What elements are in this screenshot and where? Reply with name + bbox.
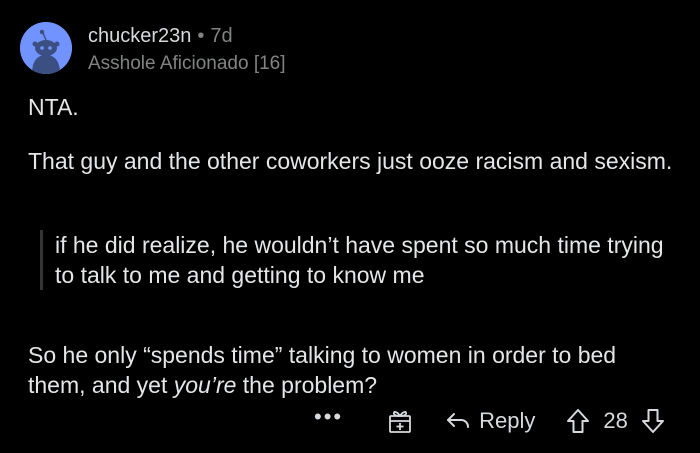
emphasis-text: you’re — [173, 372, 237, 398]
meta-separator: • — [197, 25, 205, 47]
comment-actions: ••• Reply 28 — [314, 404, 666, 438]
author-username[interactable]: chucker23n — [88, 26, 191, 46]
blockquote-text: if he did realize, he wouldn’t have spen… — [55, 232, 664, 288]
upvote-arrow-icon[interactable] — [565, 407, 591, 435]
avatar[interactable] — [20, 22, 72, 74]
comment-header: chucker23n • 7d Asshole Aficionado [16] — [20, 22, 286, 74]
snoo-avatar-icon — [20, 22, 72, 74]
reply-button[interactable]: Reply — [445, 408, 535, 434]
vote-score: 28 — [603, 408, 628, 433]
more-options-icon[interactable]: ••• — [314, 406, 343, 428]
user-flair: Asshole Aficionado [16] — [88, 53, 286, 74]
gift-award-icon[interactable] — [387, 408, 413, 434]
vote-controls: 28 — [565, 407, 665, 435]
comment-paragraph: So he only “spends time” talking to wome… — [28, 340, 668, 400]
reply-label: Reply — [479, 408, 536, 433]
reply-arrow-icon — [447, 413, 470, 428]
comment-meta: chucker23n • 7d Asshole Aficionado [16] — [88, 22, 286, 73]
comment-age: 7d — [210, 25, 233, 47]
downvote-arrow-icon[interactable] — [640, 407, 666, 435]
author-line: chucker23n • 7d — [88, 26, 286, 46]
comment-paragraph: That guy and the other coworkers just oo… — [28, 148, 673, 174]
blockquote: if he did realize, he wouldn’t have spen… — [40, 230, 675, 290]
comment-paragraph: NTA. — [28, 94, 79, 120]
paragraph-text: the problem? — [236, 372, 378, 398]
